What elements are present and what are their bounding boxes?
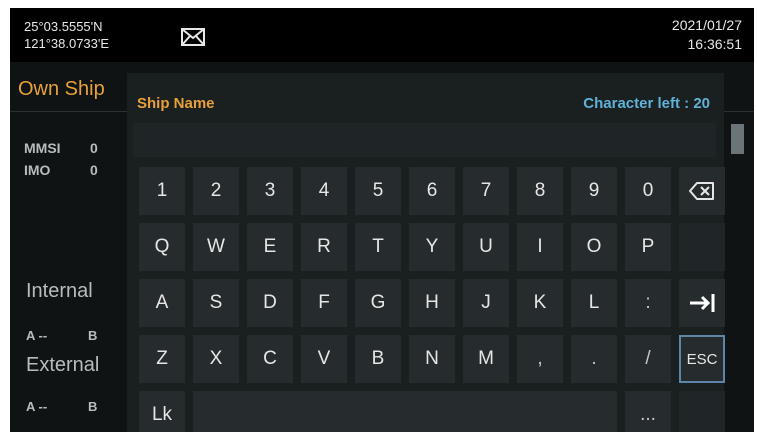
key-a[interactable]: A [139,279,185,327]
key-comma[interactable]: , [517,335,563,383]
key-2[interactable]: 2 [193,167,239,215]
time-readout: 16:36:51 [687,36,743,52]
key-7[interactable]: 7 [463,167,509,215]
lock-key[interactable]: Lk [139,391,185,432]
key-5[interactable]: 5 [355,167,401,215]
key-d[interactable]: D [247,279,293,327]
key-8[interactable]: 8 [517,167,563,215]
key-k[interactable]: K [517,279,563,327]
external-a-value: A -- [26,399,48,414]
date-readout: 2021/01/27 [671,17,742,33]
envelope-icon[interactable] [181,28,205,46]
latitude-readout: 25°03.5555'N [24,19,103,34]
key-n[interactable]: N [409,335,455,383]
key-colon[interactable]: : [625,279,671,327]
on-screen-keyboard: Ship Name Character left : 20 1 2 3 4 5 … [127,73,725,432]
tab-arrow-icon [688,293,716,313]
key-z[interactable]: Z [139,335,185,383]
key-h[interactable]: H [409,279,455,327]
tab-key[interactable] [679,279,725,327]
key-r[interactable]: R [301,223,347,271]
internal-b-label: B [88,328,98,343]
imo-value: 0 [90,162,98,178]
key-j[interactable]: J [463,279,509,327]
key-m[interactable]: M [463,335,509,383]
key-slash[interactable]: / [625,335,671,383]
status-bar: 25°03.5555'N 121°38.0733'E 2021/01/27 16… [10,8,754,62]
key-s[interactable]: S [193,279,239,327]
field-label: Ship Name [137,95,215,112]
key-v[interactable]: V [301,335,347,383]
key-x[interactable]: X [193,335,239,383]
ecdis-screen: 25°03.5555'N 121°38.0733'E 2021/01/27 16… [10,8,754,432]
characters-left: Character left : 20 [583,95,710,112]
page-title: Own Ship [18,78,105,100]
key-0[interactable]: 0 [625,167,671,215]
scrollbar-thumb[interactable] [731,124,744,154]
more-key[interactable]: ... [625,391,671,432]
key-t[interactable]: T [355,223,401,271]
backspace-icon [689,182,715,200]
external-b-label: B [88,399,98,414]
key-9[interactable]: 9 [571,167,617,215]
external-section-title: External [26,354,100,376]
imo-label: IMO [24,162,51,178]
key-y[interactable]: Y [409,223,455,271]
space-key[interactable] [193,391,617,432]
key-o[interactable]: O [571,223,617,271]
key-c[interactable]: C [247,335,293,383]
internal-section-title: Internal [26,280,93,302]
key-1[interactable]: 1 [139,167,185,215]
key-6[interactable]: 6 [409,167,455,215]
key-4[interactable]: 4 [301,167,347,215]
key-u[interactable]: U [463,223,509,271]
longitude-readout: 121°38.0733'E [24,36,110,51]
key-l[interactable]: L [571,279,617,327]
key-period[interactable]: . [571,335,617,383]
key-w[interactable]: W [193,223,239,271]
mmsi-value: 0 [90,140,98,156]
key-f[interactable]: F [301,279,347,327]
internal-a-value: A -- [26,328,48,343]
backspace-key[interactable] [679,167,725,215]
key-3[interactable]: 3 [247,167,293,215]
key-q[interactable]: Q [139,223,185,271]
key-e[interactable]: E [247,223,293,271]
mmsi-label: MMSI [24,140,61,156]
key-g[interactable]: G [355,279,401,327]
esc-key[interactable]: ESC [679,335,725,383]
key-p[interactable]: P [625,223,671,271]
blank-key [679,391,725,432]
blank-key [679,223,725,271]
key-b[interactable]: B [355,335,401,383]
key-i[interactable]: I [517,223,563,271]
ship-name-input[interactable] [133,123,716,157]
